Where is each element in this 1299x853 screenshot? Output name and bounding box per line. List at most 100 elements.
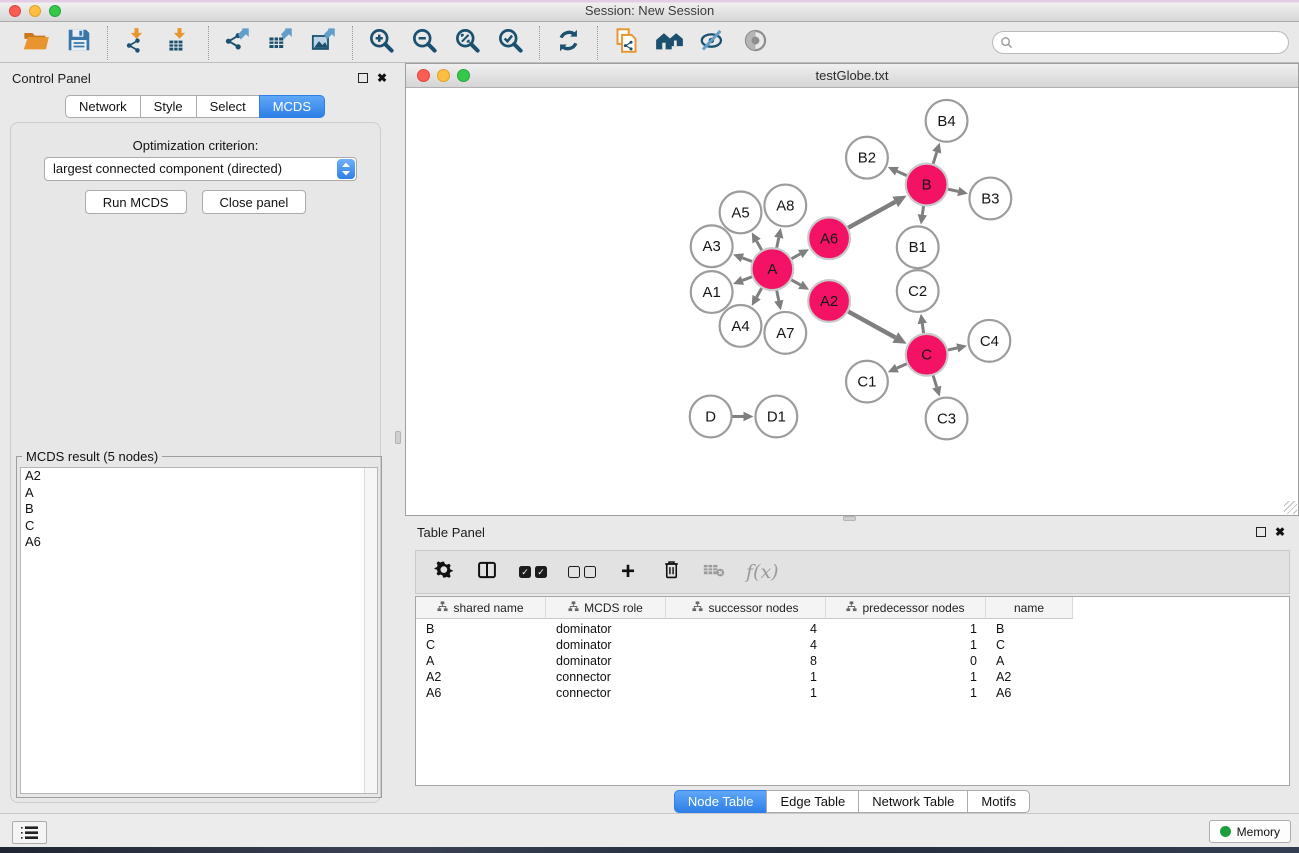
horizontal-splitter-grip[interactable] [843, 516, 856, 521]
table-row[interactable]: Cdominator41C [416, 637, 1289, 653]
graph-edge-C-C4[interactable] [947, 343, 967, 352]
cell-MCDS-role[interactable]: dominator [546, 638, 666, 652]
tab-network-table[interactable]: Network Table [858, 790, 968, 813]
add-column-button[interactable]: + [617, 562, 639, 582]
cell-predecessor-nodes[interactable]: 1 [826, 638, 986, 652]
close-table-panel-icon[interactable]: ✖ [1275, 527, 1285, 537]
graph-edge-A2-C[interactable] [847, 311, 906, 344]
show-details-button[interactable] [734, 26, 777, 60]
home-button[interactable] [648, 26, 691, 60]
graph-node-A3[interactable]: A3 [691, 225, 733, 267]
save-session-button[interactable] [57, 26, 100, 60]
graph-edge-A-A5[interactable] [752, 232, 762, 251]
zoom-fit-button[interactable] [446, 26, 489, 60]
select-all-button[interactable]: ✓✓ [519, 566, 547, 578]
graph-edge-A-A3[interactable] [733, 253, 753, 262]
export-table-button[interactable] [259, 26, 302, 60]
table-row[interactable]: Bdominator41B [416, 621, 1289, 637]
split-view-button[interactable] [476, 560, 498, 585]
result-list-item[interactable]: C [21, 518, 377, 535]
float-panel-icon[interactable] [358, 73, 368, 83]
graph-node-B3[interactable]: B3 [969, 178, 1011, 220]
cell-successor-nodes[interactable]: 1 [666, 686, 826, 700]
graph-node-A1[interactable]: A1 [691, 271, 733, 313]
tab-select[interactable]: Select [196, 95, 260, 118]
refresh-button[interactable] [547, 26, 590, 60]
cell-MCDS-role[interactable]: dominator [546, 622, 666, 636]
cell-MCDS-role[interactable]: dominator [546, 654, 666, 668]
column-header-successor-nodes[interactable]: successor nodes [666, 597, 826, 619]
open-session-button[interactable] [14, 26, 57, 60]
cell-predecessor-nodes[interactable]: 0 [826, 654, 986, 668]
graph-edge-A-A1[interactable] [733, 276, 753, 285]
cell-predecessor-nodes[interactable]: 1 [826, 622, 986, 636]
cell-predecessor-nodes[interactable]: 1 [826, 670, 986, 684]
graph-edge-B-B3[interactable] [947, 187, 968, 196]
graph-node-B1[interactable]: B1 [897, 226, 939, 268]
result-list-scrollbar[interactable] [364, 468, 377, 793]
network-window-titlebar[interactable]: testGlobe.txt [406, 64, 1298, 88]
cell-MCDS-role[interactable]: connector [546, 686, 666, 700]
vertical-splitter-grip[interactable] [395, 431, 401, 444]
cell-name[interactable]: A6 [986, 686, 1073, 700]
graph-edge-A6-B[interactable] [847, 196, 906, 229]
cell-successor-nodes[interactable]: 4 [666, 638, 826, 652]
cell-name[interactable]: B [986, 622, 1073, 636]
graph-edge-B-B4[interactable] [932, 143, 941, 165]
import-table-button[interactable] [158, 26, 201, 60]
export-image-button[interactable] [302, 26, 345, 60]
graph-edge-A-A8[interactable] [774, 228, 783, 249]
column-header-shared-name[interactable]: shared name [416, 597, 546, 619]
graph-edge-A-A2[interactable] [791, 279, 810, 289]
memory-button[interactable]: Memory [1209, 820, 1291, 843]
graph-edge-B-B2[interactable] [888, 167, 908, 176]
graph-node-C[interactable]: C [906, 334, 948, 376]
cell-shared-name[interactable]: A [416, 654, 546, 668]
graph-node-B4[interactable]: B4 [926, 100, 968, 142]
zoom-in-button[interactable] [360, 26, 403, 60]
cell-name[interactable]: A [986, 654, 1073, 668]
search-field[interactable] [992, 31, 1289, 54]
graph-node-B[interactable]: B [906, 164, 948, 206]
graph-edge-A-A7[interactable] [774, 290, 783, 311]
graph-node-A5[interactable]: A5 [720, 192, 762, 234]
graph-node-A2[interactable]: A2 [808, 280, 850, 322]
zoom-selected-button[interactable] [489, 26, 532, 60]
column-header-predecessor-nodes[interactable]: predecessor nodes [826, 597, 986, 619]
graph-edge-C-C3[interactable] [932, 375, 941, 397]
run-mcds-button[interactable]: Run MCDS [85, 190, 187, 214]
graph-node-A7[interactable]: A7 [764, 312, 806, 354]
cell-successor-nodes[interactable]: 4 [666, 622, 826, 636]
tab-mcds[interactable]: MCDS [259, 95, 325, 118]
column-header-name[interactable]: name [986, 597, 1073, 619]
graph-node-A6[interactable]: A6 [808, 217, 850, 259]
criterion-dropdown[interactable]: largest connected component (directed) [44, 157, 357, 181]
cell-shared-name[interactable]: B [416, 622, 546, 636]
zoom-out-button[interactable] [403, 26, 446, 60]
settings-gear-button[interactable] [433, 560, 455, 585]
graph-node-A4[interactable]: A4 [720, 305, 762, 347]
deselect-all-button[interactable] [568, 566, 596, 578]
window-resize-grip-icon[interactable] [1284, 501, 1297, 514]
column-header-MCDS-role[interactable]: MCDS role [546, 597, 666, 619]
result-list-item[interactable]: A [21, 485, 377, 502]
cell-shared-name[interactable]: A2 [416, 670, 546, 684]
hide-details-button[interactable] [691, 26, 734, 60]
network-canvas[interactable]: AA6A2BCA5A8A3A1A4A7B2B4B3B1C2C4C1C3DD1 [406, 89, 1298, 515]
cell-successor-nodes[interactable]: 8 [666, 654, 826, 668]
mcds-result-list[interactable]: A2ABCA6 [20, 467, 378, 794]
graph-node-A8[interactable]: A8 [764, 185, 806, 227]
table-row[interactable]: A6connector11A6 [416, 685, 1289, 701]
graph-edge-C-C1[interactable] [888, 363, 908, 372]
tab-node-table[interactable]: Node Table [674, 790, 768, 813]
search-input[interactable] [1017, 34, 1288, 52]
graph-edge-B-B1[interactable] [918, 205, 927, 224]
table-row[interactable]: Adominator80A [416, 653, 1289, 669]
cell-successor-nodes[interactable]: 1 [666, 670, 826, 684]
graph-edge-D-D1[interactable] [732, 412, 754, 421]
close-panel-button[interactable]: Close panel [202, 190, 307, 214]
graph-edge-A-A4[interactable] [752, 287, 762, 306]
graph-node-D1[interactable]: D1 [755, 396, 797, 438]
export-network-button[interactable] [216, 26, 259, 60]
import-network-button[interactable] [115, 26, 158, 60]
